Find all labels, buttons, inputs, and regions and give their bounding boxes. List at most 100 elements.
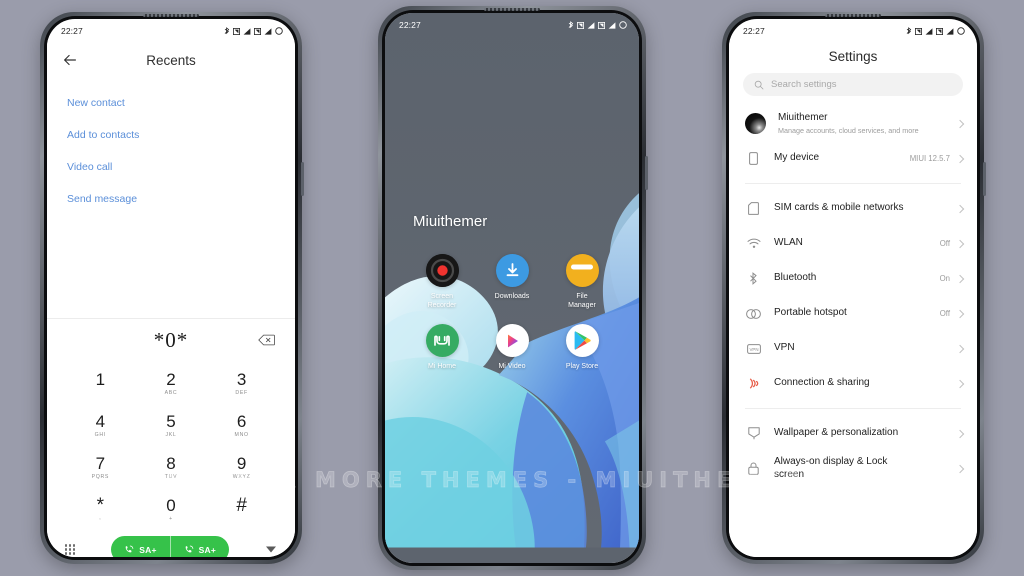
power-button[interactable] [301,162,304,196]
key-8[interactable]: 8 TUV [136,447,207,488]
app-grid: Screen Recorder Downloads File Manager M… [385,254,639,371]
action-send-message[interactable]: Send message [47,183,295,215]
chevron-right-icon [955,379,965,388]
row-text: Miuithemer Manage accounts, cloud servic… [778,112,957,136]
key-0[interactable]: 0 + [136,489,207,530]
phone-call-icon [185,545,193,552]
settings-row-vpn[interactable]: VPN VPN [729,331,977,366]
key-digit: 3 [236,370,247,389]
dial-input-value[interactable]: *0* [154,328,189,353]
settings-row-wlan[interactable]: WLAN Off [729,226,977,261]
settings-row-portable-hotspot[interactable]: Portable hotspot Off [729,296,977,331]
key-letters: ABC [164,390,178,396]
row-label: SIM cards & mobile networks [774,202,904,214]
app-screen-recorder[interactable]: Screen Recorder [407,254,477,310]
key-2[interactable]: 2 ABC [136,363,207,404]
app-label: Mi Video [498,363,526,370]
key-letters: PQRS [91,474,110,480]
file-manager-icon [565,254,599,287]
key-digit: 5 [166,412,176,431]
keypad: 1 2 ABC 3 DEF 4 GHI 5 JKL 6 MNO 7 PQRS 8 TUV 9W… [47,361,295,530]
key-3[interactable]: 3 DEF [206,363,277,404]
key-letters: MNO [234,432,249,438]
settings-row-aod-lock-screen[interactable]: Always-on display & Lock screen [729,451,977,486]
key-digit: 7 [95,454,106,473]
power-button[interactable] [645,156,648,190]
wifi-icon [745,238,762,249]
key-letters: + [169,516,173,522]
chevron-right-icon [955,309,965,318]
app-label: File Manager [568,293,596,309]
hotspot-icon [745,308,762,319]
app-label: Mi Home [427,363,456,370]
sim1-icon [915,27,922,35]
app-mi-home[interactable]: Mi Home [407,324,477,371]
clock-widget[interactable]: Miuithemer [413,213,639,230]
grid-dots-icon[interactable] [65,544,76,555]
call-button-sim1[interactable]: SA+ [111,536,169,557]
chevron-right-icon [955,429,965,438]
settings-row-sim-cards[interactable]: SIM cards & mobile networks [729,191,977,226]
row-value: On [939,274,950,283]
settings-row-account[interactable]: Miuithemer Manage accounts, cloud servic… [729,106,977,141]
battery-icon [957,27,965,35]
status-bar-center: 22:27 [385,13,639,33]
action-add-to-contacts[interactable]: Add to contacts [47,119,295,151]
key-9[interactable]: 9 WXYZ [206,447,277,488]
key-digit: 0 [166,496,176,515]
row-label: Portable hotspot [774,307,847,319]
screen-recorder-icon [425,254,459,287]
key-4[interactable]: 4 GHI [65,405,136,446]
key-6[interactable]: 6 MNO [206,405,277,446]
app-mi-video[interactable]: Mi Video [477,324,547,371]
call-buttons: SA+ SA+ [111,536,230,557]
key-7[interactable]: 7 PQRS [65,447,136,488]
phone-center: 22:27 Miuithemer Screen Recorder Downloa… [378,6,648,570]
mi-video-icon [495,324,529,357]
call-action-bar: SA+ SA+ [47,530,295,557]
search-input[interactable]: Search settings [743,73,963,96]
key-1[interactable]: 1 [65,363,136,404]
row-text: SIM cards & mobile networks [774,202,950,215]
row-label: VPN [774,342,795,354]
key-5[interactable]: 5 JKL [136,405,207,446]
action-video-call[interactable]: Video call [47,151,295,183]
row-label: Wallpaper & personalization [774,427,899,439]
app-file-manager[interactable]: File Manager [547,254,617,310]
chevron-down-icon[interactable] [265,545,277,554]
earpiece-speaker [825,14,881,17]
phone-left: 22:27 Recents New contact Add to contact… [40,12,304,564]
arrow-left-icon[interactable] [61,51,79,69]
screen-home: 22:27 Miuithemer Screen Recorder Downloa… [385,13,639,563]
call-button-sim2[interactable]: SA+ [169,536,229,557]
sim1-icon [233,27,240,35]
action-new-contact[interactable]: New contact [47,87,295,119]
key-letters: DEF [235,390,248,396]
row-text: My device [774,152,910,165]
account-subtitle: Manage accounts, cloud services, and mor… [778,126,919,136]
app-play-store[interactable]: Play Store [547,324,617,371]
phone-icon [745,152,762,165]
chevron-right-icon [955,464,965,473]
call-sim2-label: SA+ [198,544,217,555]
sim2-icon [936,27,943,35]
row-value: Off [939,309,950,318]
chevron-right-icon [955,344,965,353]
power-button[interactable] [983,162,986,196]
row-text: Portable hotspot [774,307,940,320]
chevron-right-icon [955,154,965,163]
vpn-icon: VPN [745,343,762,354]
settings-row-wallpaper[interactable]: Wallpaper & personalization [729,416,977,451]
key-hash[interactable]: # [206,489,277,530]
settings-row-my-device[interactable]: My device MIUI 12.5.7 [729,141,977,176]
settings-row-connection-sharing[interactable]: Connection & sharing [729,366,977,401]
row-text: Always-on display & Lock screen [774,456,950,481]
status-bar-left: 22:27 [47,19,295,39]
backspace-icon[interactable] [258,334,275,346]
row-text: WLAN [774,237,940,250]
app-downloads[interactable]: Downloads [477,254,547,310]
key-star[interactable]: *, [65,489,136,530]
key-digit: # [236,495,247,516]
settings-body: Settings Search settings Miuithemer Mana… [729,39,977,557]
settings-row-bluetooth[interactable]: Bluetooth On [729,261,977,296]
